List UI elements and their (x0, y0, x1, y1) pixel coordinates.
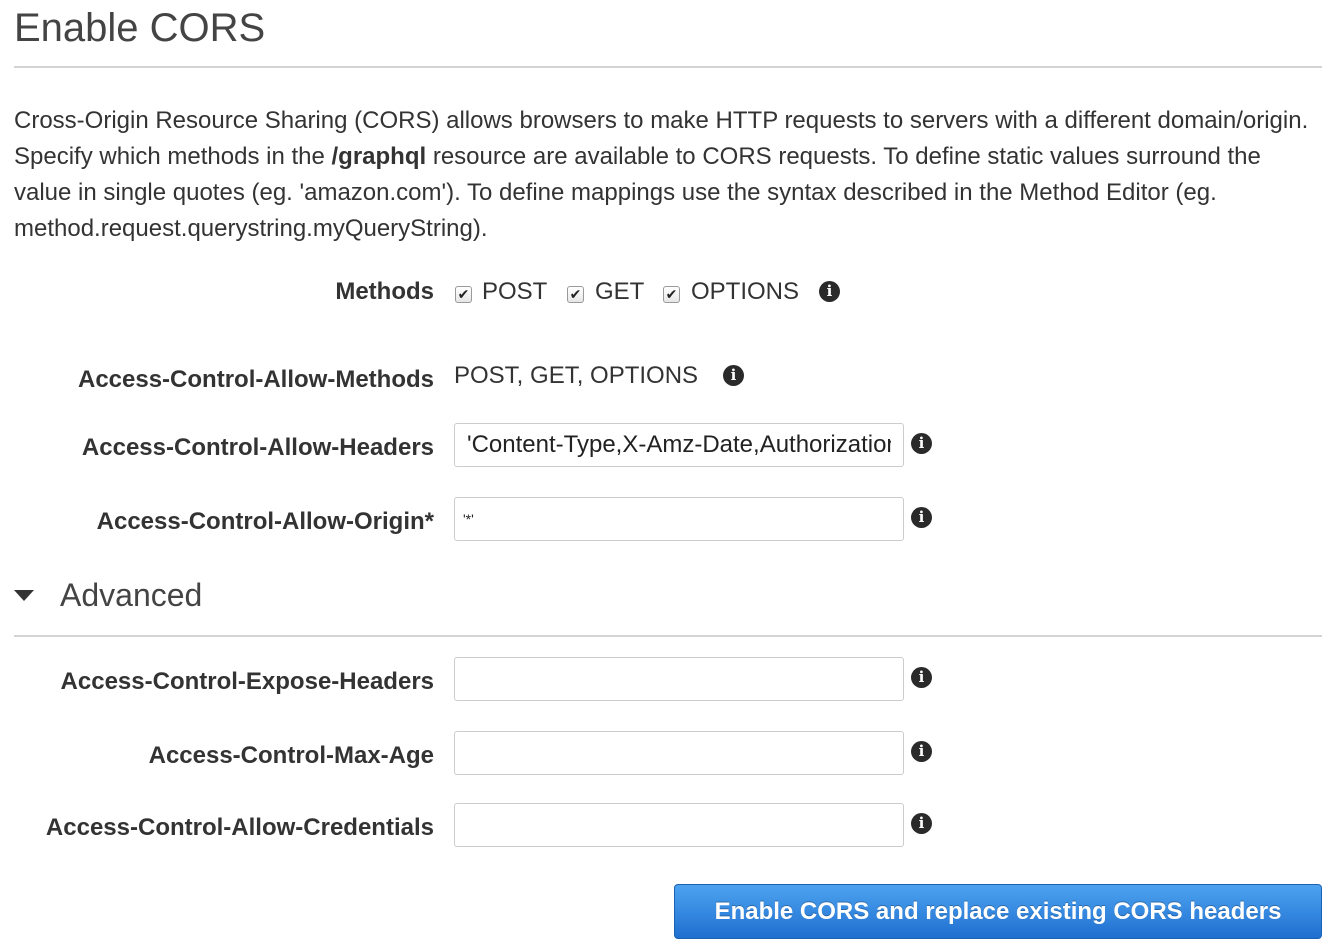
allow-credentials-label: Access-Control-Allow-Credentials (45, 814, 434, 841)
resource-path: /graphql (331, 143, 427, 170)
advanced-toggle[interactable]: Advanced (60, 576, 202, 614)
check-icon: ✔ (665, 286, 678, 302)
max-age-label: Access-Control-Max-Age (148, 742, 434, 769)
get-checkbox[interactable]: ✔ (567, 286, 584, 303)
options-checkbox-label[interactable]: OPTIONS (691, 277, 799, 307)
info-icon[interactable]: i (911, 667, 932, 688)
max-age-input[interactable] (454, 731, 904, 775)
post-checkbox[interactable]: ✔ (455, 286, 472, 303)
page-title: Enable CORS (14, 6, 266, 50)
info-icon[interactable]: i (911, 741, 932, 762)
allow-headers-input[interactable] (454, 423, 904, 467)
info-icon[interactable]: i (819, 281, 840, 302)
info-icon[interactable]: i (911, 507, 932, 528)
advanced-divider (14, 635, 1322, 637)
get-checkbox-label[interactable]: GET (595, 277, 644, 307)
info-icon[interactable]: i (723, 365, 744, 386)
post-checkbox-label[interactable]: POST (482, 277, 547, 307)
allow-credentials-input[interactable] (454, 803, 904, 847)
check-icon: ✔ (457, 286, 470, 302)
expose-headers-label: Access-Control-Expose-Headers (60, 668, 434, 695)
expose-headers-input[interactable] (454, 657, 904, 701)
enable-cors-button[interactable]: Enable CORS and replace existing CORS he… (674, 884, 1322, 939)
check-icon: ✔ (569, 286, 582, 302)
options-checkbox[interactable]: ✔ (663, 286, 680, 303)
methods-label: Methods (335, 278, 434, 305)
title-divider (14, 66, 1322, 68)
info-icon[interactable]: i (911, 813, 932, 834)
allow-methods-value: POST, GET, OPTIONS (454, 362, 699, 389)
allow-methods-label: Access-Control-Allow-Methods (77, 366, 434, 393)
allow-origin-label: Access-Control-Allow-Origin* (96, 508, 434, 535)
caret-down-icon[interactable] (14, 590, 34, 601)
cors-description: Cross-Origin Resource Sharing (CORS) all… (14, 103, 1324, 247)
allow-origin-input[interactable] (454, 497, 904, 541)
allow-headers-label: Access-Control-Allow-Headers (81, 434, 434, 461)
info-icon[interactable]: i (911, 433, 932, 454)
